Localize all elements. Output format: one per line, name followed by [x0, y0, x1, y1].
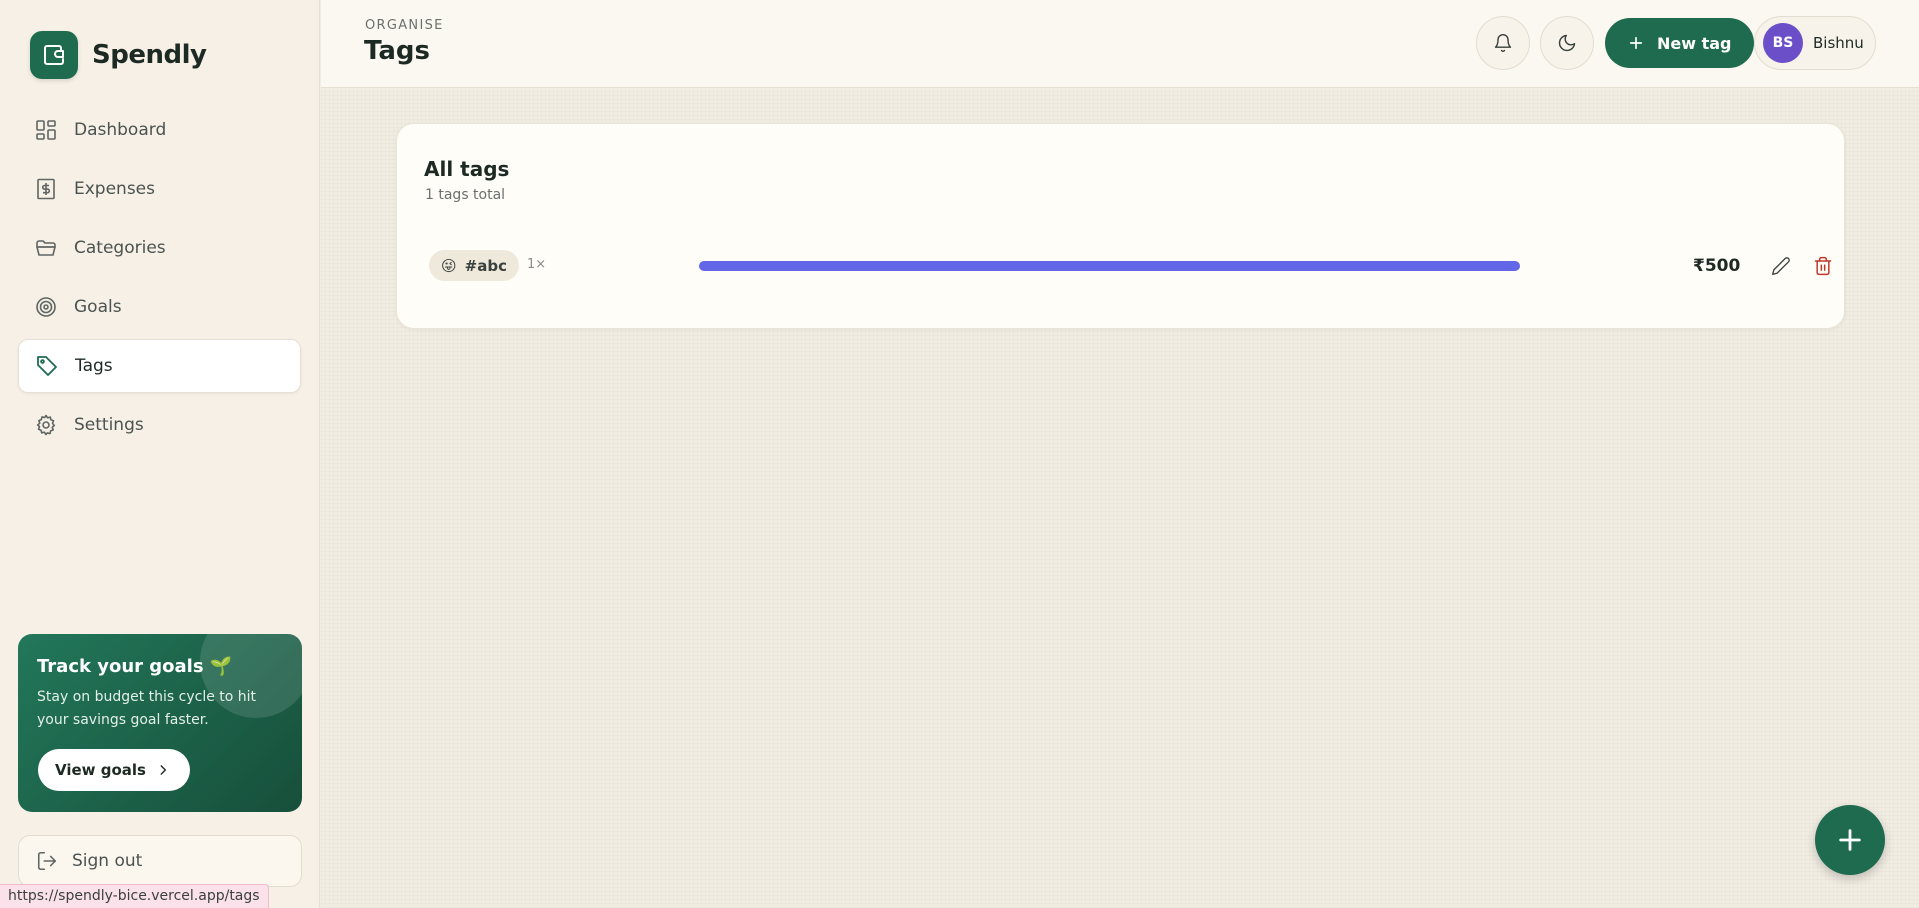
tag-emoji: 😜 [441, 256, 457, 275]
new-tag-label: New tag [1657, 33, 1732, 53]
sign-out-button[interactable]: Sign out [18, 835, 302, 887]
sidebar-item-categories[interactable]: Categories [18, 221, 301, 275]
avatar: BS [1763, 23, 1803, 63]
sidebar-item-dashboard[interactable]: Dashboard [18, 103, 301, 157]
top-header: ORGANISE Tags New tag BS Bishnu [321, 0, 1919, 88]
add-fab-button[interactable] [1815, 805, 1885, 875]
status-bar-url: https://spendly-bice.vercel.app/tags [0, 884, 269, 908]
sidebar-item-settings[interactable]: Settings [18, 398, 301, 452]
sidebar-item-label: Goals [74, 297, 122, 317]
folder-icon [36, 240, 56, 256]
sidebar-item-label: Settings [74, 415, 144, 435]
plus-icon [1839, 829, 1861, 851]
main-content: All tags 1 tags total 😜 #abc 1× ₹500 [321, 89, 1919, 908]
tag-share-bar [699, 261, 1520, 271]
tags-total: 1 tags total [425, 187, 506, 203]
moon-icon [1558, 34, 1576, 52]
sidebar-item-expenses[interactable]: Expenses [18, 162, 301, 216]
card-title: All tags [424, 157, 510, 181]
sidebar: Spendly Dashboard Expenses Categories Go… [0, 0, 320, 908]
edit-tag-button[interactable] [1771, 256, 1791, 276]
goals-promo-card: Track your goals 🌱 Stay on budget this c… [18, 634, 302, 812]
tag-usage-count: 1× [527, 257, 547, 272]
new-tag-button[interactable]: New tag [1605, 18, 1754, 68]
sidebar-item-tags[interactable]: Tags [18, 339, 301, 393]
wallet-icon [30, 31, 78, 79]
tag-row: 😜 #abc 1× ₹500 [429, 250, 1832, 282]
user-name: Bishnu [1813, 34, 1864, 52]
delete-tag-button[interactable] [1813, 256, 1833, 276]
sidebar-item-label: Tags [75, 356, 113, 376]
page-title: Tags [364, 36, 431, 66]
pencil-icon [1772, 257, 1790, 275]
sidebar-item-label: Dashboard [74, 120, 167, 140]
view-goals-button[interactable]: View goals [38, 749, 190, 791]
sidebar-nav: Dashboard Expenses Categories Goals Tags… [18, 103, 301, 457]
sidebar-item-label: Expenses [74, 179, 155, 199]
bell-icon [1494, 34, 1512, 53]
brand-name: Spendly [92, 40, 207, 70]
gear-icon [36, 414, 56, 436]
sidebar-item-goals[interactable]: Goals [18, 280, 301, 334]
logout-icon [37, 851, 57, 871]
tag-amount: ₹500 [1693, 256, 1741, 276]
trash-icon [1814, 256, 1832, 276]
user-menu[interactable]: BS Bishnu [1754, 16, 1876, 70]
sign-out-label: Sign out [72, 851, 143, 871]
chevron-right-icon [160, 765, 167, 775]
brand[interactable]: Spendly [30, 31, 207, 79]
tag-name: #abc [464, 256, 507, 275]
target-icon [36, 297, 56, 317]
notifications-button[interactable] [1476, 16, 1530, 70]
dashboard-icon [36, 120, 56, 140]
tag-share-bar-fill [699, 261, 1520, 271]
tag-icon [37, 356, 57, 376]
sidebar-item-label: Categories [74, 238, 166, 258]
all-tags-card: All tags 1 tags total 😜 #abc 1× ₹500 [396, 123, 1845, 329]
view-goals-label: View goals [55, 761, 146, 779]
promo-text: Stay on budget this cycle to hit your sa… [37, 689, 257, 728]
plus-icon [1629, 36, 1643, 50]
promo-title: Track your goals 🌱 [37, 656, 233, 677]
theme-toggle-button[interactable] [1540, 16, 1594, 70]
page-eyebrow: ORGANISE [365, 18, 444, 33]
tag-pill[interactable]: 😜 #abc [429, 250, 519, 281]
receipt-icon [37, 178, 55, 200]
